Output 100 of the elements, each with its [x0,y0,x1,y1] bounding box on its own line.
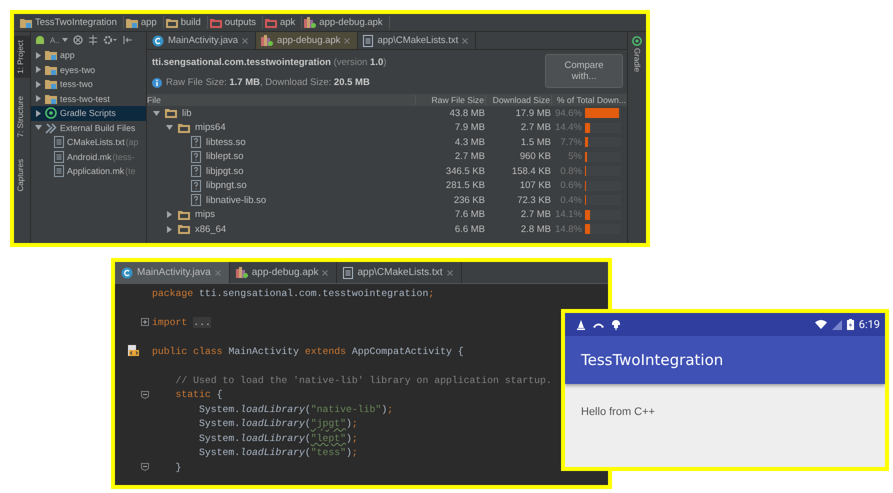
file-icon [54,150,64,163]
collapse-arrow-icon[interactable] [35,124,42,132]
breadcrumb[interactable]: outputs [208,16,263,29]
gradle-icon [632,36,642,46]
fold-icon[interactable] [141,463,149,472]
wifi-icon [814,320,827,329]
code-line: import ... [151,316,211,328]
project-tree-item[interactable]: Application.mk(te [31,164,146,178]
project-tree-item[interactable]: CMakeLists.txt(ap [31,135,146,150]
project-tree-item[interactable]: Android.mk(tess- [31,150,146,164]
folder-icon [166,18,178,28]
expand-arrow-icon[interactable] [166,211,173,218]
folder-icon [178,210,190,220]
file-name[interactable]: mips [195,209,216,220]
expand-arrow-icon[interactable] [35,80,42,88]
status-time: 6:19 [858,318,880,331]
breadcrumb[interactable]: TessTwoIntegration [18,16,124,29]
project-tree-item[interactable]: eyes-two [31,62,146,77]
unknown-file-icon [191,194,201,206]
percent-value: 7.7% [559,136,582,148]
app-title: TessTwoIntegration [581,351,724,369]
code-line: // Used to load the 'native-lib' library on application startup. [174,374,552,386]
file-name[interactable]: libnative-lib.so [206,194,266,206]
class-icon [152,34,164,46]
raw-size: 236 KB [452,194,485,206]
fold-icon[interactable] [141,390,149,399]
folder-icon [178,122,190,133]
editor-tab[interactable]: app\CMakeLists.txt [337,262,462,283]
expand-arrow-icon[interactable] [35,95,42,102]
column-header[interactable]: Raw File Size [415,95,485,105]
percent-value: 14.8% [554,224,582,235]
editor-tab[interactable]: app-debug.apk [256,32,358,49]
editor-tab[interactable]: app\CMakeLists.txt [358,32,476,49]
breadcrumb[interactable]: build [164,16,208,29]
handset-icon [593,322,604,328]
column-header[interactable]: Download Size [485,95,551,105]
unknown-file-icon [191,150,201,163]
folder-icon [264,18,277,28]
file-name[interactable]: lib [182,108,192,119]
raw-size: 346.5 KB [444,166,485,177]
hide-icon[interactable] [122,35,132,45]
breadcrumb[interactable]: apk [262,16,302,29]
expand-arrow-icon[interactable] [166,226,173,233]
fold-plus-icon[interactable] [141,318,149,326]
module-folder-icon [45,79,57,90]
column-header[interactable]: File [147,95,415,105]
close-icon[interactable] [462,38,468,44]
download-size: 2.7 MB [520,122,551,134]
file-name[interactable]: libjpgt.so [206,166,244,177]
view-selector[interactable]: A.. [50,36,68,44]
cone-icon [577,320,585,330]
collapse-arrow-icon[interactable] [166,124,173,132]
project-tree-item[interactable]: External Build Files [31,120,146,135]
expand-arrow-icon[interactable] [35,110,42,117]
breadcrumb[interactable]: app-debug.apk [302,16,390,29]
raw-size: 7.9 MB [454,122,485,134]
file-icon [343,266,354,278]
expand-arrow-icon[interactable] [35,66,42,74]
tool-window-tab[interactable]: Captures [14,155,30,196]
collapse-icon[interactable] [88,35,98,45]
download-size: 2.8 MB [520,224,551,235]
close-icon[interactable] [446,270,453,276]
code-line: public class MainActivity extends AppCompatActivity { [151,346,464,357]
settings-icon[interactable] [102,35,117,45]
raw-size: 7.6 MB [454,209,485,220]
info-icon [152,78,162,88]
percent-value: 0.8% [559,166,582,177]
expand-arrow-icon[interactable] [35,52,42,59]
project-tree-item[interactable]: app [31,48,146,62]
layout-file-icon[interactable] [128,345,139,358]
file-name[interactable]: libpngt.so [206,180,247,192]
code-line: System.loadLibrary("jpgt"); [198,418,358,430]
file-name[interactable]: x86_64 [195,224,226,235]
file-icon [54,136,64,148]
unknown-file-icon [191,165,201,178]
percent-value: 5% [567,151,582,162]
tool-window-tab[interactable]: Gradle [632,48,642,72]
close-icon[interactable] [242,38,248,44]
battery-charging-icon [846,319,854,330]
tool-window-tab[interactable]: 7: Structure [14,92,30,142]
close-icon[interactable] [322,270,328,276]
file-name[interactable]: libtess.so [206,136,246,148]
column-header[interactable]: % of Total Down... [551,95,627,105]
version-label: (version 1.0) [334,57,386,68]
raw-size: 43.8 MB [448,108,485,119]
project-tree-item[interactable]: tess-two [31,77,146,92]
file-name[interactable]: mips64 [195,122,226,134]
unknown-file-icon [191,180,201,192]
collapse-arrow-icon[interactable] [153,110,160,117]
project-tree-item[interactable]: Gradle Scripts [31,106,146,120]
editor-tab[interactable]: MainActivity.java [115,262,230,283]
breadcrumb[interactable]: app [124,16,164,29]
folder-icon [178,224,190,234]
tool-window-tab[interactable]: 1: Project [14,36,30,78]
class-icon [121,266,133,278]
editor-tab[interactable]: app-debug.apk [230,262,338,283]
project-tree-item[interactable]: tess-two-test [31,92,146,106]
download-size: 72.3 KB [516,194,551,206]
file-name[interactable]: liblept.so [206,151,244,162]
compare-button[interactable]: Compare with... [545,54,623,88]
